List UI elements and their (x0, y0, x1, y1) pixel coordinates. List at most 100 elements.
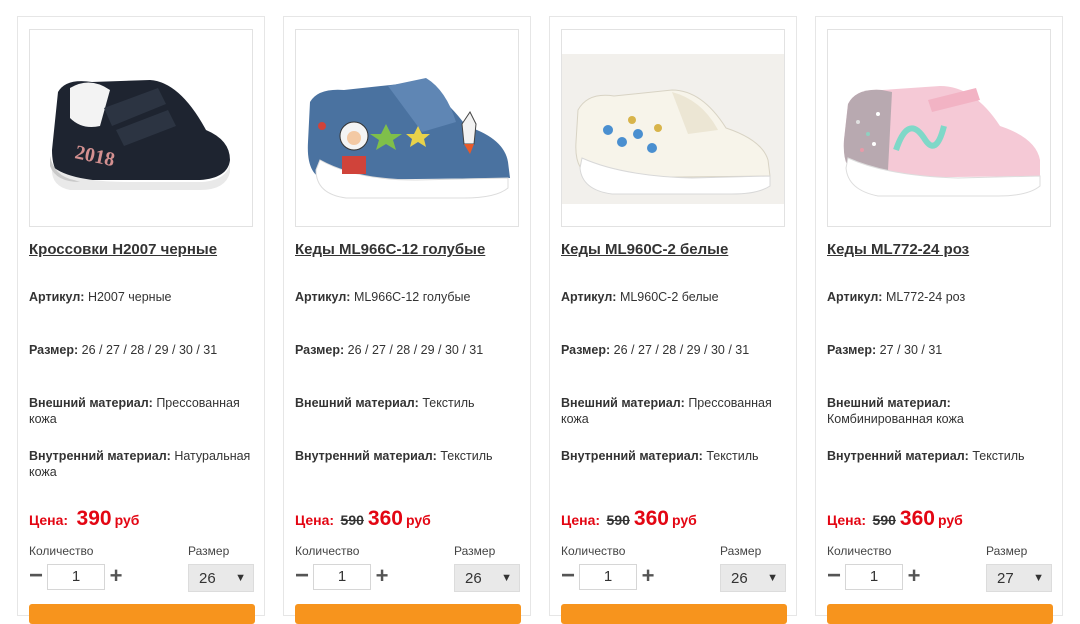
size-select-label: Размер (986, 544, 1028, 558)
product-image[interactable] (295, 29, 519, 227)
product-title-link[interactable]: Кеды ML966C-12 голубые (295, 241, 525, 258)
price-label: Цена: (561, 512, 601, 528)
add-to-cart-button[interactable] (295, 604, 521, 624)
price-row: Цена: 590 360 руб (561, 507, 697, 531)
article-value: ML772-24 роз (885, 290, 966, 304)
inner-material-value: Текстиль (972, 449, 1025, 463)
size-row: Размер: 26 / 27 / 28 / 29 / 30 / 31 (29, 342, 257, 358)
add-to-cart-button[interactable] (827, 604, 1053, 624)
increase-quantity-button[interactable]: + (373, 565, 391, 589)
article-row: Артикул: ML772-24 роз (827, 289, 1055, 305)
caret-down-icon: ▼ (235, 572, 246, 584)
size-select-value: 27 (997, 570, 1014, 587)
increase-quantity-button[interactable]: + (107, 565, 125, 589)
currency: руб (671, 512, 697, 528)
outer-material-row: Внешний материал: Прессованная кожа (29, 395, 257, 427)
outer-material-label: Внешний материал: (561, 396, 685, 410)
size-select[interactable]: 27 ▼ (986, 564, 1052, 592)
old-price: 590 (872, 512, 896, 528)
current-price: 360 (899, 507, 935, 530)
decrease-quantity-button[interactable]: − (27, 564, 45, 589)
product-grid: 2018 Кроссовки H2007 черные Артикул: H20… (0, 0, 1080, 624)
price-row: Цена: 390 руб (29, 507, 139, 531)
old-price: 590 (606, 512, 630, 528)
article-row: Артикул: ML966C-12 голубые (295, 289, 523, 305)
add-to-cart-button[interactable] (29, 604, 255, 624)
inner-material-label: Внутренний материал: (29, 449, 171, 463)
current-price: 360 (367, 507, 403, 530)
increase-quantity-button[interactable]: + (639, 565, 657, 589)
current-price: 360 (633, 507, 669, 530)
size-row: Размер: 26 / 27 / 28 / 29 / 30 / 31 (561, 342, 789, 358)
inner-material-label: Внутренний материал: (561, 449, 703, 463)
product-title-link[interactable]: Кроссовки H2007 черные (29, 241, 259, 258)
article-label: Артикул: (295, 290, 351, 304)
inner-material-row: Внутренний материал: Текстиль (295, 448, 523, 464)
currency: руб (937, 512, 963, 528)
product-image[interactable] (561, 29, 785, 227)
outer-material-value: Текстиль (422, 396, 475, 410)
increase-quantity-button[interactable]: + (905, 565, 923, 589)
size-label-text: Размер: (29, 343, 79, 357)
product-card: Кеды ML960C-2 белые Артикул: ML960C-2 бе… (549, 16, 797, 624)
article-label: Артикул: (561, 290, 617, 304)
product-image[interactable]: 2018 (29, 29, 253, 227)
caret-down-icon: ▼ (501, 572, 512, 584)
size-select-label: Размер (188, 544, 230, 558)
size-select[interactable]: 26 ▼ (720, 564, 786, 592)
decrease-quantity-button[interactable]: − (559, 564, 577, 589)
size-select-value: 26 (199, 570, 216, 587)
outer-material-label: Внешний материал: (827, 396, 951, 410)
old-price: 590 (340, 512, 364, 528)
product-title-link[interactable]: Кеды ML960C-2 белые (561, 241, 791, 258)
decrease-quantity-button[interactable]: − (825, 564, 843, 589)
price-label: Цена: (827, 512, 867, 528)
product-card: Кеды ML772-24 роз Артикул: ML772-24 роз … (815, 16, 1063, 624)
price-row: Цена: 590 360 руб (295, 507, 431, 531)
quantity-label: Количество (29, 544, 94, 558)
product-image[interactable] (827, 29, 1051, 227)
add-to-cart-button[interactable] (561, 604, 787, 624)
size-row: Размер: 27 / 30 / 31 (827, 342, 1055, 358)
size-select-label: Размер (720, 544, 762, 558)
quantity-input[interactable]: 1 (313, 564, 371, 590)
size-value: 26 / 27 / 28 / 29 / 30 / 31 (347, 343, 484, 357)
article-row: Артикул: ML960C-2 белые (561, 289, 789, 305)
size-select-label: Размер (454, 544, 496, 558)
size-value: 26 / 27 / 28 / 29 / 30 / 31 (81, 343, 218, 357)
quantity-input[interactable]: 1 (47, 564, 105, 590)
size-label-text: Размер: (561, 343, 611, 357)
size-select-value: 26 (731, 570, 748, 587)
inner-material-row: Внутренний материал: Натуральная кожа (29, 448, 257, 480)
size-select[interactable]: 26 ▼ (188, 564, 254, 592)
size-value: 27 / 30 / 31 (879, 343, 943, 357)
price-label: Цена: (29, 512, 69, 528)
size-select[interactable]: 26 ▼ (454, 564, 520, 592)
inner-material-value: Текстиль (440, 449, 493, 463)
price-label: Цена: (295, 512, 335, 528)
quantity-input[interactable]: 1 (845, 564, 903, 590)
article-value: H2007 черные (87, 290, 172, 304)
current-price: 390 (76, 507, 112, 530)
article-label: Артикул: (29, 290, 85, 304)
product-title-link[interactable]: Кеды ML772-24 роз (827, 241, 1057, 258)
article-row: Артикул: H2007 черные (29, 289, 257, 305)
article-label: Артикул: (827, 290, 883, 304)
currency: руб (114, 512, 140, 528)
quantity-label: Количество (295, 544, 360, 558)
outer-material-row: Внешний материал: Текстиль (295, 395, 523, 411)
article-value: ML960C-2 белые (619, 290, 719, 304)
quantity-input[interactable]: 1 (579, 564, 637, 590)
currency: руб (405, 512, 431, 528)
decrease-quantity-button[interactable]: − (293, 564, 311, 589)
price-row: Цена: 590 360 руб (827, 507, 963, 531)
article-value: ML966C-12 голубые (353, 290, 471, 304)
size-value: 26 / 27 / 28 / 29 / 30 / 31 (613, 343, 750, 357)
quantity-label: Количество (561, 544, 626, 558)
outer-material-label: Внешний материал: (29, 396, 153, 410)
product-card: 2018 Кроссовки H2007 черные Артикул: H20… (17, 16, 265, 624)
size-select-value: 26 (465, 570, 482, 587)
caret-down-icon: ▼ (767, 572, 778, 584)
inner-material-value: Текстиль (706, 449, 759, 463)
size-label-text: Размер: (295, 343, 345, 357)
